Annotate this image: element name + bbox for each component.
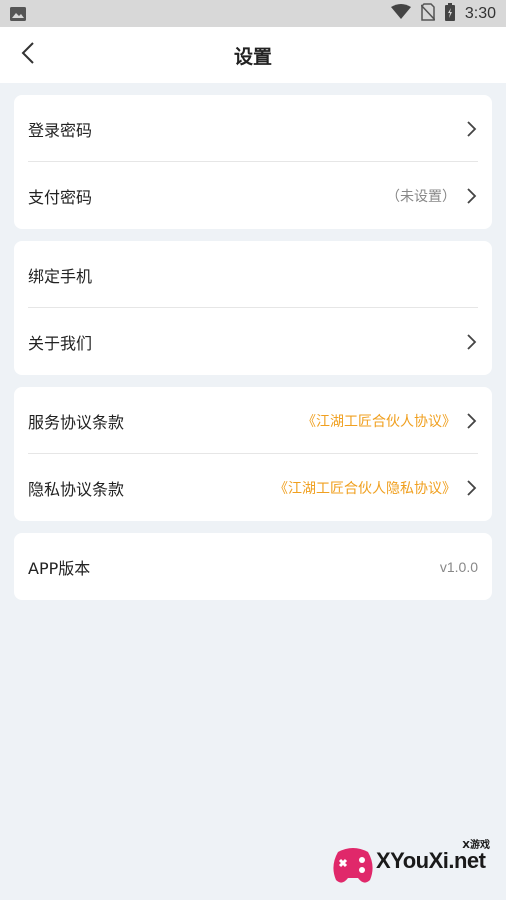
header-bar: 设置: [0, 27, 506, 83]
pay-password-label: 支付密码: [28, 187, 93, 207]
agreements-card: 服务协议条款 《江湖工匠合伙人协议》 隐私协议条款 《江湖工匠合伙人隐私协议》: [14, 387, 492, 521]
back-arrow-icon: [21, 41, 35, 69]
login-password-row[interactable]: 登录密码: [14, 95, 492, 162]
wifi-icon: [390, 4, 411, 24]
chevron-right-icon: [466, 412, 478, 430]
pay-password-row[interactable]: 支付密码 （未设置）: [14, 162, 492, 229]
service-agreement-link[interactable]: 《江湖工匠合伙人协议》: [302, 411, 456, 431]
privacy-agreement-row[interactable]: 隐私协议条款 《江湖工匠合伙人隐私协议》: [14, 454, 492, 521]
app-version-value: v1.0.0: [439, 558, 478, 575]
pay-password-status: （未设置）: [386, 188, 456, 205]
bind-phone-label: 绑定手机: [28, 266, 93, 286]
app-version-label: APP版本: [28, 558, 91, 578]
chevron-right-icon: [466, 333, 478, 351]
battery-icon: [444, 3, 455, 25]
privacy-agreement-label: 隐私协议条款: [28, 479, 125, 499]
privacy-agreement-link[interactable]: 《江湖工匠合伙人隐私协议》: [274, 478, 456, 498]
back-button[interactable]: [14, 41, 42, 69]
service-agreement-label: 服务协议条款: [28, 412, 125, 432]
about-us-label: 关于我们: [28, 333, 93, 353]
no-sim-icon: [420, 3, 436, 25]
bind-phone-row[interactable]: 绑定手机: [14, 241, 492, 308]
image-icon: [10, 6, 26, 25]
chevron-right-icon: [466, 120, 478, 138]
service-agreement-row[interactable]: 服务协议条款 《江湖工匠合伙人协议》: [14, 387, 492, 454]
login-password-label: 登录密码: [28, 120, 93, 140]
about-us-row[interactable]: 关于我们: [14, 308, 492, 375]
status-time: 3:30: [464, 5, 496, 22]
site-watermark: X游戏 XYouXi.net: [330, 836, 496, 892]
app-version-row: APP版本 v1.0.0: [14, 533, 492, 600]
gamepad-logo-icon: [330, 846, 376, 890]
watermark-text: XYouXi.net: [376, 848, 486, 873]
chevron-right-icon: [466, 187, 478, 205]
status-bar: 3:30: [0, 0, 506, 27]
chevron-right-icon: [466, 479, 478, 497]
version-card: APP版本 v1.0.0: [14, 533, 492, 600]
page-title: 设置: [233, 45, 272, 68]
account-card: 绑定手机 关于我们: [14, 241, 492, 375]
security-card: 登录密码 支付密码 （未设置）: [14, 95, 492, 229]
